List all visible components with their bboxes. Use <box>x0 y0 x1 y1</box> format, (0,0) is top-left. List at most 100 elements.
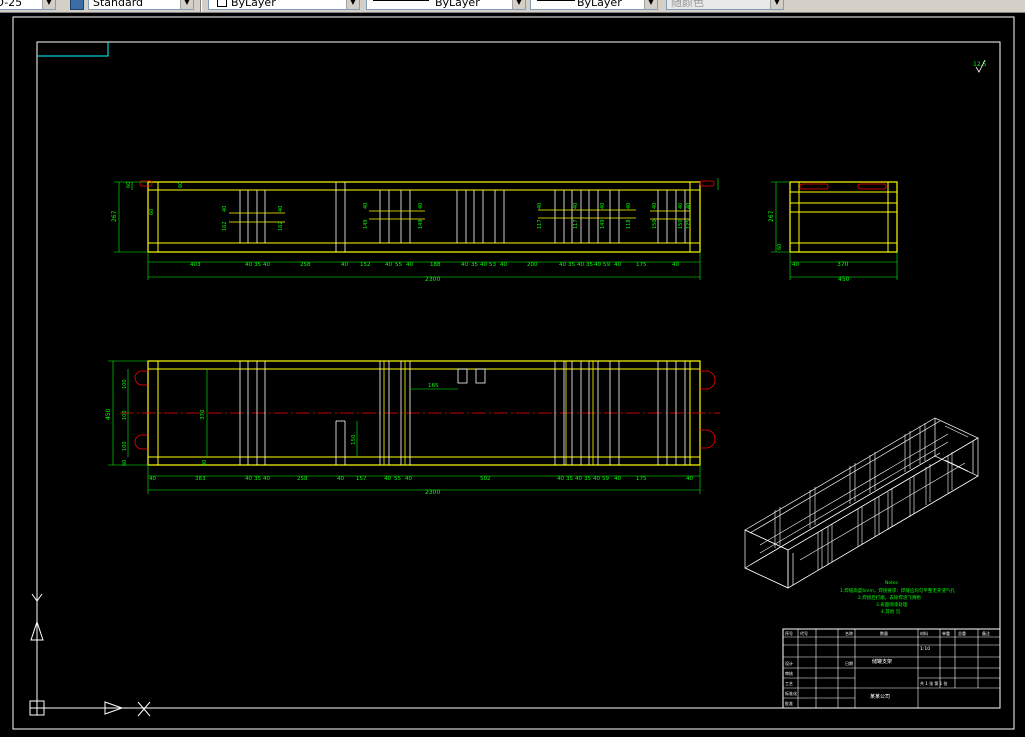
text-style-icon[interactable] <box>70 0 84 10</box>
top-view[interactable]: 2300 450 370 165 150 40 100 100 100 60 4… <box>105 360 720 496</box>
chevron-down-icon[interactable]: ▼ <box>180 0 193 9</box>
dim-label: 40 <box>557 476 564 482</box>
dim-label: 175 <box>636 476 647 482</box>
dim-label: 40 <box>593 476 600 482</box>
dim-label: 149 <box>600 219 606 229</box>
notes-line-1: 1.焊缝高度6mm，焊接要求：焊缝应均匀平整无夹渣气孔 <box>840 587 955 594</box>
tb-row-label: 批准 <box>785 700 793 706</box>
dim-label: 40 <box>678 203 684 209</box>
dim-label: 383 <box>195 476 206 482</box>
dim-label: 35 <box>586 262 593 268</box>
top-dim-150: 150 <box>351 434 357 445</box>
tb-drawing-name: 储罐支架 <box>872 658 892 665</box>
corner-tab <box>37 42 109 57</box>
dim-label: 40 <box>222 206 228 212</box>
tb-header: 总重 <box>958 630 966 636</box>
chevron-down-icon[interactable]: ▼ <box>346 0 359 9</box>
dim-label: 35 <box>254 262 261 268</box>
properties-toolbar: ISO-25 ▼ Standard ▼ ByLayer ▼ ByLayer ▼ … <box>0 0 1025 13</box>
dim-label: 149 <box>418 219 424 229</box>
dim-label: 162 <box>222 221 228 231</box>
dim-label: 40 <box>263 262 270 268</box>
textstyle-value: Standard <box>93 0 144 9</box>
top-dim-165: 165 <box>428 383 439 389</box>
dim-label: 40 <box>480 262 487 268</box>
dim-label: 40 <box>686 203 692 209</box>
tb-row-label: 工艺 <box>785 681 793 686</box>
dim-label: 258 <box>300 262 311 268</box>
front-height-dim: 267 <box>111 210 118 222</box>
dim-label: 60 <box>178 182 184 188</box>
dim-label: 40 <box>418 203 424 209</box>
dim-label: 40 <box>245 262 252 268</box>
plotstyle-dropdown[interactable]: 随颜色 ▼ <box>666 0 784 10</box>
dim-label: 40 <box>461 262 468 268</box>
dim-label: 40 <box>600 203 606 209</box>
textstyle-dropdown[interactable]: Standard ▼ <box>88 0 194 10</box>
dim-label: 125 <box>686 219 692 229</box>
side-overall-dim: 450 <box>838 276 850 283</box>
dim-label: 162 <box>278 221 284 231</box>
dim-label: 157 <box>356 476 367 482</box>
dim-label: 40 <box>263 476 270 482</box>
plotstyle-value: 随颜色 <box>671 0 704 9</box>
dim-label: 403 <box>190 262 201 268</box>
title-block[interactable]: 序号 代号 名称 数量 材料 单重 总重 备注 设计 审核 工艺 标准化 批准 … <box>782 628 1001 709</box>
dim-label: 55 <box>395 262 402 268</box>
dim-label: 188 <box>430 262 441 268</box>
dim-label: 59 <box>603 262 610 268</box>
color-value: ByLayer <box>231 0 276 9</box>
top-inner-width-dim: 370 <box>200 409 206 420</box>
dim-label: 175 <box>636 262 647 268</box>
tb-header: 数量 <box>880 630 888 636</box>
dim-label: 60 <box>149 209 155 215</box>
roughness-value: 12.5 <box>973 61 987 68</box>
tb-company: 某某公司 <box>870 694 890 700</box>
chevron-down-icon[interactable]: ▼ <box>644 0 657 9</box>
dimstyle-value: ISO-25 <box>0 0 23 9</box>
dim-label: 40 <box>537 203 543 209</box>
dim-label: 60 <box>122 460 128 466</box>
top-width-dim: 450 <box>105 408 112 420</box>
dim-label: 55 <box>394 476 401 482</box>
dim-label: 40 <box>594 262 601 268</box>
chevron-down-icon[interactable]: ▼ <box>512 0 525 9</box>
ucs-icon <box>29 593 151 717</box>
dim-label: 200 <box>527 262 538 268</box>
drawing-canvas[interactable]: 12.5 2300 267 403 40 35 40 258 40 152 40… <box>0 13 1025 737</box>
chevron-down-icon[interactable]: ▼ <box>770 0 783 9</box>
dim-label: 152 <box>360 262 371 268</box>
lineweight-dropdown[interactable]: ByLayer ▼ <box>530 0 658 10</box>
dim-label: 40 <box>406 262 413 268</box>
lineweight-value: ByLayer <box>577 0 622 9</box>
chevron-down-icon[interactable]: ▼ <box>42 0 55 9</box>
tb-header: 单重 <box>942 630 950 636</box>
dim-label: 40 <box>577 262 584 268</box>
dim-label: 40 <box>278 206 284 212</box>
dim-label: 40 <box>652 203 658 209</box>
dim-label: 60 <box>126 182 132 188</box>
roughness-symbol: 12.5 <box>973 59 987 73</box>
front-view[interactable]: 2300 267 403 40 35 40 258 40 152 40 55 4… <box>111 178 719 283</box>
linetype-dropdown[interactable]: ByLayer ▼ <box>366 0 526 10</box>
tb-row-label: 日期 <box>845 660 853 666</box>
dim-label: 40 <box>614 476 621 482</box>
side-small-dim: 60 <box>777 244 783 250</box>
dim-label: 40 <box>337 476 344 482</box>
tb-header: 代号 <box>800 630 808 636</box>
dim-label: 40 <box>363 203 369 209</box>
color-dropdown[interactable]: ByLayer ▼ <box>208 0 360 10</box>
tb-header: 名称 <box>845 630 853 636</box>
dimstyle-dropdown[interactable]: ISO-25 ▼ <box>0 0 56 10</box>
lineweight-preview <box>537 0 575 1</box>
isometric-view[interactable] <box>744 417 979 589</box>
notes-line-3: 3.表面喷漆处理 <box>876 601 908 608</box>
dim-label: 35 <box>471 262 478 268</box>
dim-label: 35 <box>566 476 573 482</box>
linetype-preview <box>373 0 429 1</box>
dim-label: 40 <box>575 476 582 482</box>
dim-label: 40 <box>573 203 579 209</box>
dim-label: 117 <box>573 219 579 229</box>
dim-label: 40 <box>672 262 679 268</box>
side-view[interactable]: 450 370 40 267 60 <box>768 181 898 283</box>
